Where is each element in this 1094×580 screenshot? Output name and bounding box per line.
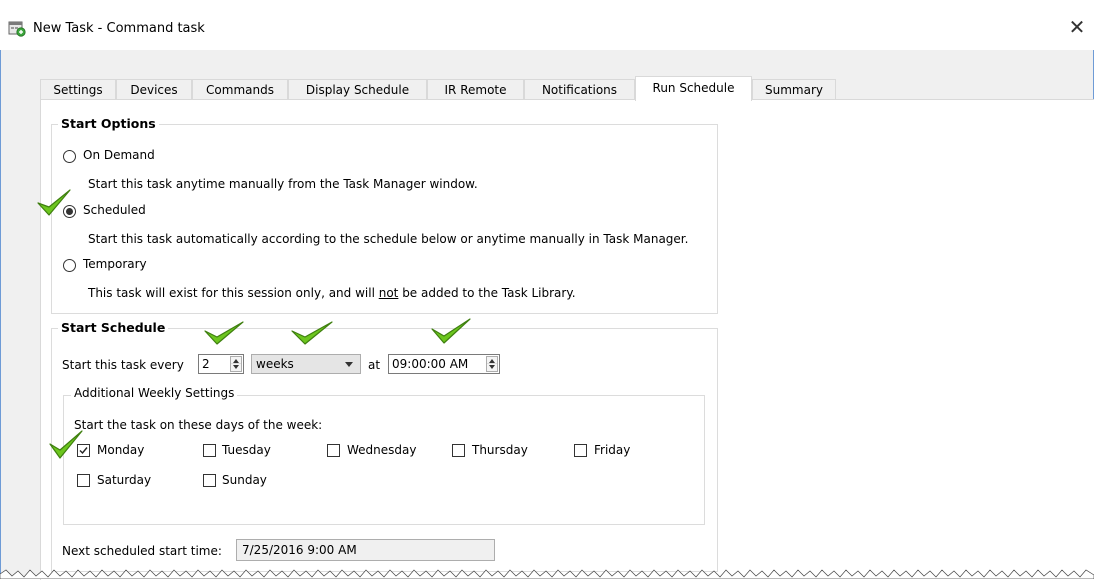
weekly-settings-group — [63, 395, 705, 525]
interval-value: 2 — [202, 357, 210, 371]
next-start-label: Next scheduled start time: — [62, 544, 222, 558]
tuesday-label[interactable]: Tuesday — [222, 443, 271, 457]
saturday-label[interactable]: Saturday — [97, 473, 151, 487]
check-mark-icon — [204, 321, 244, 345]
sunday-label[interactable]: Sunday — [222, 473, 267, 487]
wednesday-label[interactable]: Wednesday — [347, 443, 416, 457]
title-bar: New Task - Command task ✕ — [0, 0, 1094, 50]
tab-display-schedule[interactable]: Display Schedule — [288, 79, 427, 100]
interval-stepper[interactable]: 2 — [198, 354, 244, 374]
close-icon[interactable]: ✕ — [1064, 14, 1090, 40]
days-prompt: Start the task on these days of the week… — [74, 418, 323, 432]
tab-devices[interactable]: Devices — [116, 79, 192, 100]
on-demand-description: Start this task anytime manually from th… — [88, 177, 478, 191]
interval-unit-select[interactable]: weeks — [251, 354, 361, 374]
check-mark-icon — [49, 430, 83, 459]
start-time-spin-buttons[interactable] — [486, 356, 498, 372]
temporary-description-not: not — [378, 286, 399, 300]
thursday-checkbox[interactable] — [452, 444, 465, 457]
torn-edge — [0, 569, 1094, 579]
temporary-label[interactable]: Temporary — [83, 257, 147, 271]
temporary-description: This task will exist for this session on… — [88, 286, 576, 300]
friday-label[interactable]: Friday — [594, 443, 630, 457]
on-demand-label[interactable]: On Demand — [83, 148, 155, 162]
at-label: at — [368, 358, 381, 372]
interval-spin-buttons[interactable] — [230, 356, 242, 372]
tab-run-schedule[interactable]: Run Schedule — [635, 76, 752, 101]
sunday-checkbox[interactable] — [203, 474, 216, 487]
friday-checkbox[interactable] — [574, 444, 587, 457]
check-mark-icon — [37, 189, 71, 216]
task-app-icon — [8, 20, 26, 37]
temporary-description-start: This task will exist for this session on… — [88, 286, 379, 300]
wednesday-checkbox[interactable] — [327, 444, 340, 457]
monday-label[interactable]: Monday — [97, 443, 144, 457]
chevron-down-icon — [345, 362, 353, 367]
tab-summary[interactable]: Summary — [752, 79, 836, 100]
every-label: Start this task every — [62, 358, 184, 372]
weekly-settings-title: Additional Weekly Settings — [71, 386, 238, 400]
scheduled-description: Start this task automatically according … — [88, 232, 689, 246]
start-time-picker[interactable]: 09:00:00 AM — [388, 354, 500, 374]
tab-settings[interactable]: Settings — [40, 79, 116, 100]
tuesday-checkbox[interactable] — [203, 444, 216, 457]
window-title: New Task - Command task — [33, 21, 205, 36]
check-mark-icon — [431, 318, 471, 344]
start-schedule-title: Start Schedule — [58, 320, 169, 335]
saturday-checkbox[interactable] — [77, 474, 90, 487]
tab-commands[interactable]: Commands — [192, 79, 288, 100]
thursday-label[interactable]: Thursday — [472, 443, 528, 457]
check-mark-icon — [291, 321, 333, 345]
next-start-value: 7/25/2016 9:00 AM — [242, 543, 357, 557]
tab-ir-remote[interactable]: IR Remote — [427, 79, 524, 100]
start-options-title: Start Options — [58, 116, 159, 131]
scheduled-label[interactable]: Scheduled — [83, 203, 146, 217]
start-time-value: 09:00:00 AM — [392, 357, 469, 371]
tab-notifications[interactable]: Notifications — [524, 79, 635, 100]
on-demand-radio[interactable] — [63, 150, 76, 163]
temporary-description-end: be added to the Task Library. — [398, 286, 576, 300]
next-start-field: 7/25/2016 9:00 AM — [236, 539, 495, 561]
interval-unit-value: weeks — [256, 357, 294, 371]
temporary-radio[interactable] — [63, 259, 76, 272]
